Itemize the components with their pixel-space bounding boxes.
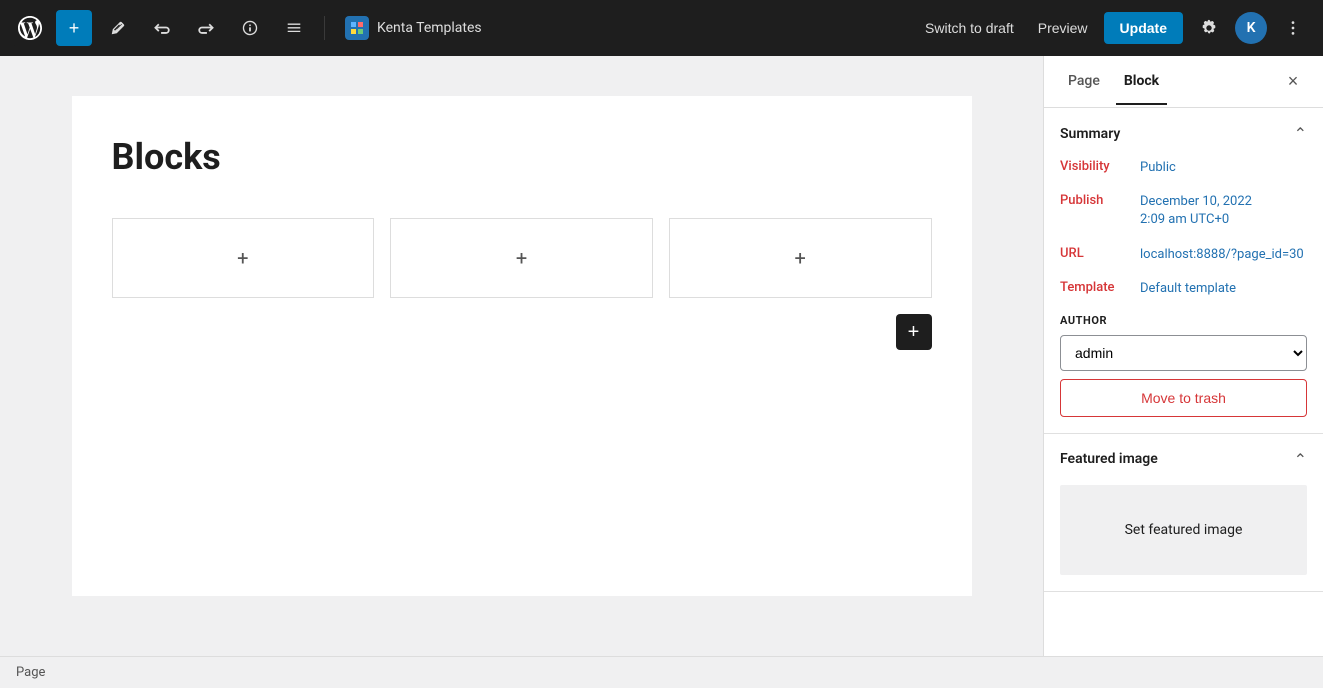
author-section: AUTHOR admin Move to trash bbox=[1044, 314, 1323, 433]
settings-button[interactable] bbox=[1191, 10, 1227, 46]
url-label: URL bbox=[1060, 246, 1132, 261]
info-button[interactable] bbox=[232, 10, 268, 46]
list-view-icon bbox=[285, 19, 303, 37]
publish-row: Publish December 10, 2022 2:09 am UTC+0 bbox=[1060, 193, 1307, 229]
redo-icon bbox=[197, 19, 215, 37]
url-row: URL localhost:8888/?page_id=30 bbox=[1060, 246, 1307, 264]
url-value[interactable]: localhost:8888/?page_id=30 bbox=[1140, 246, 1304, 264]
redo-button[interactable] bbox=[188, 10, 224, 46]
topbar-right-actions: Switch to draft Preview Update K bbox=[917, 10, 1311, 46]
tab-page[interactable]: Page bbox=[1060, 59, 1108, 105]
template-row: Template Default template bbox=[1060, 280, 1307, 298]
featured-image-section-header[interactable]: Featured image ⌃ bbox=[1044, 434, 1323, 485]
summary-title: Summary bbox=[1060, 126, 1294, 142]
block-placeholder-1[interactable]: + bbox=[112, 218, 375, 298]
canvas-area: Blocks + + + + bbox=[0, 56, 1043, 656]
visibility-row: Visibility Public bbox=[1060, 159, 1307, 177]
bottom-bar-label: Page bbox=[16, 665, 45, 680]
author-select[interactable]: admin bbox=[1060, 335, 1307, 371]
list-view-button[interactable] bbox=[276, 10, 312, 46]
featured-image-body: Set featured image bbox=[1044, 485, 1323, 591]
info-icon bbox=[241, 19, 259, 37]
edit-button[interactable] bbox=[100, 10, 136, 46]
block-plus-icon-1: + bbox=[237, 246, 248, 270]
sidebar-close-button[interactable]: × bbox=[1279, 68, 1307, 96]
more-options-icon bbox=[1284, 19, 1302, 37]
update-button[interactable]: Update bbox=[1104, 12, 1183, 44]
sidebar: Page Block × Summary ⌃ Visibility Public… bbox=[1043, 56, 1323, 656]
plugin-name-label: Kenta Templates bbox=[377, 20, 482, 36]
featured-image-title: Featured image bbox=[1060, 451, 1294, 467]
block-placeholder-3[interactable]: + bbox=[669, 218, 932, 298]
undo-icon bbox=[153, 19, 171, 37]
summary-rows: Visibility Public Publish December 10, 2… bbox=[1044, 159, 1323, 314]
visibility-value[interactable]: Public bbox=[1140, 159, 1176, 177]
bottom-bar: Page bbox=[0, 656, 1323, 688]
block-plus-icon-2: + bbox=[516, 246, 527, 270]
edit-icon bbox=[109, 19, 127, 37]
featured-image-section: Featured image ⌃ Set featured image bbox=[1044, 434, 1323, 592]
wp-logo[interactable] bbox=[12, 10, 48, 46]
summary-section: Summary ⌃ Visibility Public Publish Dece… bbox=[1044, 108, 1323, 434]
more-options-button[interactable] bbox=[1275, 10, 1311, 46]
set-featured-image-button[interactable]: Set featured image bbox=[1060, 485, 1307, 575]
switch-to-draft-button[interactable]: Switch to draft bbox=[917, 14, 1022, 42]
topbar: + Kenta Templates Switch to draft Previe… bbox=[0, 0, 1323, 56]
kenta-icon bbox=[345, 16, 369, 40]
move-to-trash-button[interactable]: Move to trash bbox=[1060, 379, 1307, 417]
user-avatar[interactable]: K bbox=[1235, 12, 1267, 44]
author-label: AUTHOR bbox=[1060, 314, 1307, 327]
undo-button[interactable] bbox=[144, 10, 180, 46]
template-label: Template bbox=[1060, 280, 1132, 295]
summary-chevron-icon: ⌃ bbox=[1294, 124, 1307, 143]
add-block-canvas-button[interactable]: + bbox=[896, 314, 932, 350]
canvas-content: Blocks + + + + bbox=[72, 96, 972, 596]
set-featured-image-label: Set featured image bbox=[1125, 522, 1243, 538]
featured-image-chevron-icon: ⌃ bbox=[1294, 450, 1307, 469]
main-layout: Blocks + + + + Page Block × bbox=[0, 56, 1323, 656]
plugin-button[interactable]: Kenta Templates bbox=[337, 10, 490, 46]
summary-section-header[interactable]: Summary ⌃ bbox=[1044, 108, 1323, 159]
publish-label: Publish bbox=[1060, 193, 1132, 208]
sidebar-header: Page Block × bbox=[1044, 56, 1323, 108]
visibility-label: Visibility bbox=[1060, 159, 1132, 174]
page-title: Blocks bbox=[112, 136, 932, 178]
template-value[interactable]: Default template bbox=[1140, 280, 1236, 298]
publish-value[interactable]: December 10, 2022 2:09 am UTC+0 bbox=[1140, 193, 1252, 229]
wp-logo-icon bbox=[18, 16, 42, 40]
block-placeholder-2[interactable]: + bbox=[390, 218, 653, 298]
blocks-row: + + + bbox=[112, 218, 932, 298]
add-block-topbar-button[interactable]: + bbox=[56, 10, 92, 46]
sidebar-body: Summary ⌃ Visibility Public Publish Dece… bbox=[1044, 108, 1323, 656]
block-plus-icon-3: + bbox=[795, 246, 806, 270]
topbar-divider bbox=[324, 16, 325, 40]
gear-icon bbox=[1200, 19, 1218, 37]
tab-block[interactable]: Block bbox=[1116, 59, 1167, 105]
preview-button[interactable]: Preview bbox=[1030, 14, 1096, 42]
